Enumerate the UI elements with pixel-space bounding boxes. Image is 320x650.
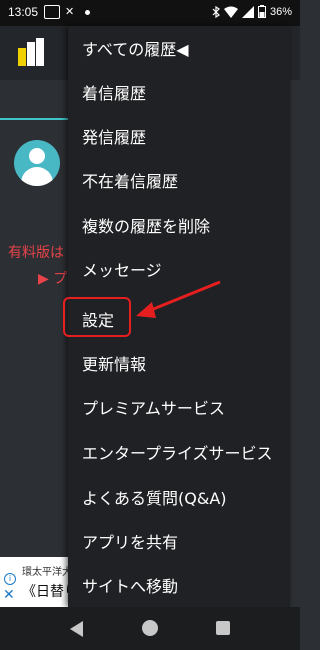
system-nav-bar: [0, 607, 300, 650]
annotation-arrow-icon: [136, 280, 221, 318]
nav-back-icon[interactable]: [70, 621, 83, 637]
nav-home-icon[interactable]: [142, 620, 158, 636]
nav-recent-apps-icon[interactable]: [216, 621, 230, 635]
